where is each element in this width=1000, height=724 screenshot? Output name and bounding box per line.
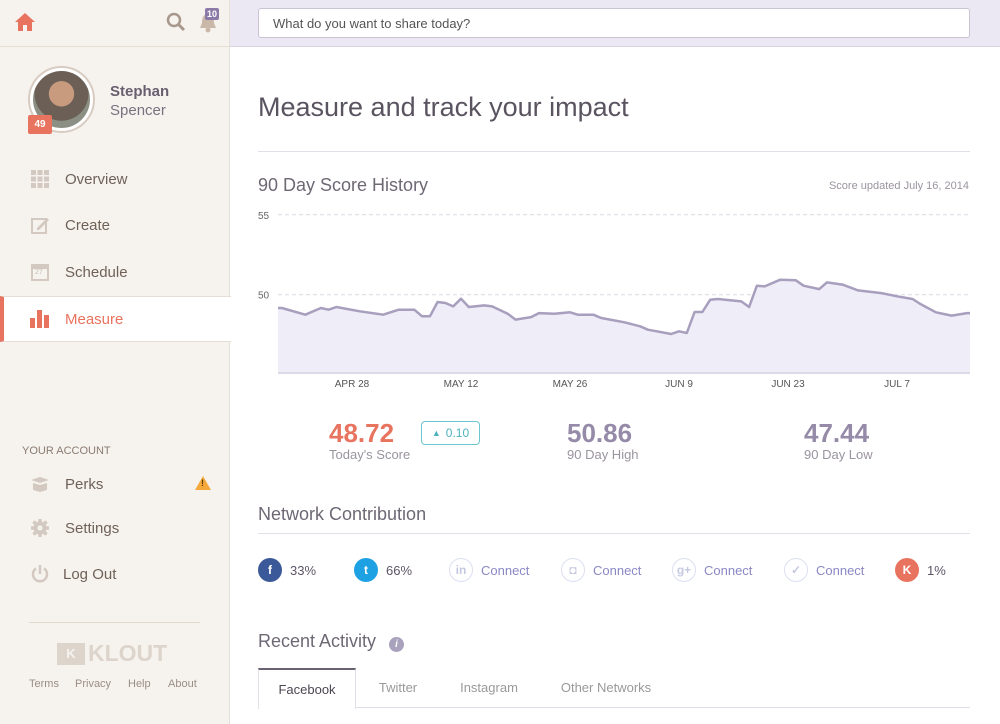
- sidebar-item-overview[interactable]: Overview: [0, 156, 230, 202]
- network-facebook: f 33%: [258, 558, 316, 582]
- sidebar-item-log-out[interactable]: Log Out: [0, 551, 230, 597]
- sidebar-item-label: Measure: [65, 310, 124, 328]
- sidebar-item-label: Settings: [65, 519, 120, 537]
- warning-icon: !: [195, 476, 211, 490]
- network-foursquare[interactable]: ✓ Connect: [784, 558, 864, 582]
- network-heading: Network Contribution: [258, 504, 427, 524]
- recent-activity-heading: Recent Activity: [258, 631, 377, 651]
- network-klout: K 1%: [895, 558, 946, 582]
- warning-mark: !: [201, 478, 204, 488]
- connect-link[interactable]: Connect: [816, 563, 864, 578]
- sidebar: 10 49 Stephan Spencer Overview Create 27…: [0, 0, 231, 724]
- network-twitter: t 66%: [354, 558, 412, 582]
- x-tick-label: JUN 23: [771, 379, 805, 390]
- network-percent: 66%: [386, 562, 413, 578]
- network-percent: 1%: [927, 562, 946, 578]
- low-score-value: 47.44: [804, 418, 870, 448]
- sidebar-item-schedule[interactable]: 27 Schedule: [0, 249, 230, 295]
- sidebar-item-create[interactable]: Create: [0, 202, 230, 248]
- share-input[interactable]: What do you want to share today?: [258, 8, 970, 38]
- score-updated: Score updated July 16, 2014: [828, 180, 969, 192]
- klout-icon: K: [895, 558, 919, 582]
- grid-icon: [30, 169, 50, 189]
- gear-icon: [30, 518, 50, 538]
- score-change: 0.10: [445, 426, 470, 440]
- connect-link[interactable]: Connect: [593, 563, 641, 578]
- x-tick-label: MAY 26: [553, 379, 588, 390]
- sidebar-item-measure[interactable]: Measure: [0, 296, 231, 342]
- profile-first-name: Stephan: [110, 83, 170, 100]
- sidebar-item-settings[interactable]: Settings: [0, 505, 230, 551]
- google-plus-icon: g+: [672, 558, 696, 582]
- network-instagram[interactable]: ◘ Connect: [561, 558, 641, 582]
- score-badge: 49: [28, 115, 52, 134]
- x-tick-label: JUN 9: [665, 379, 693, 390]
- info-icon[interactable]: i: [389, 637, 404, 652]
- home-icon[interactable]: [14, 12, 36, 32]
- x-tick-label: APR 28: [335, 379, 370, 390]
- network-linkedin[interactable]: in Connect: [449, 558, 529, 582]
- today-score-label: Today's Score: [329, 447, 411, 462]
- terms-link[interactable]: Terms: [29, 678, 59, 690]
- today-score-value: 48.72: [329, 418, 395, 448]
- page-title: Measure and track your impact: [258, 92, 629, 122]
- sidebar-item-perks[interactable]: Perks !: [0, 461, 230, 507]
- tab-twitter[interactable]: Twitter: [366, 668, 430, 708]
- high-score-label: 90 Day High: [567, 447, 639, 462]
- power-icon: [30, 564, 50, 584]
- score-history-chart: 50 55 APR 28 MAY 12 MAY 26 JUN 9 JUN 23 JUL 7: [258, 211, 970, 390]
- sidebar-item-label: Overview: [65, 170, 128, 188]
- about-link[interactable]: About: [168, 678, 197, 690]
- klout-logo-mark: K: [57, 642, 85, 665]
- high-score-value: 50.86: [567, 418, 633, 448]
- account-heading: YOUR ACCOUNT: [22, 445, 111, 457]
- x-tick-label: JUL 7: [884, 379, 910, 390]
- score-history-heading: 90 Day Score History: [258, 175, 429, 195]
- tab-facebook[interactable]: Facebook: [258, 668, 356, 709]
- instagram-icon: ◘: [561, 558, 585, 582]
- privacy-link[interactable]: Privacy: [75, 678, 111, 690]
- share-bar: What do you want to share today?: [230, 0, 1000, 47]
- connect-link[interactable]: Connect: [481, 563, 529, 578]
- klout-logo: K KLOUT: [57, 640, 167, 667]
- twitter-icon: t: [354, 558, 378, 582]
- bar-chart-icon: [30, 309, 50, 329]
- help-link[interactable]: Help: [128, 678, 151, 690]
- calendar-day: 27: [35, 269, 43, 276]
- profile-last-name: Spencer: [110, 102, 166, 119]
- low-score-label: 90 Day Low: [804, 447, 873, 462]
- calendar-icon: 27: [30, 262, 50, 282]
- klout-wordmark: KLOUT: [88, 640, 168, 666]
- sidebar-item-label: Perks: [65, 475, 104, 493]
- network-google-plus[interactable]: g+ Connect: [672, 558, 752, 582]
- facebook-icon: f: [258, 558, 282, 582]
- sidebar-item-label: Log Out: [63, 565, 117, 583]
- score-area: [278, 279, 970, 373]
- notification-count-badge[interactable]: 10: [205, 8, 220, 20]
- sidebar-item-label: Create: [65, 216, 111, 234]
- sidebar-divider: [29, 622, 200, 623]
- sidebar-item-label: Schedule: [65, 263, 128, 281]
- network-percent: 33%: [290, 562, 317, 578]
- foursquare-icon: ✓: [784, 558, 808, 582]
- linkedin-icon: in: [449, 558, 473, 582]
- pencil-icon: [30, 215, 50, 235]
- y-tick-label: 55: [258, 211, 270, 222]
- tab-instagram[interactable]: Instagram: [450, 668, 528, 708]
- gift-box-icon: [30, 474, 50, 494]
- x-tick-label: MAY 12: [444, 379, 479, 390]
- up-arrow-icon: ▲: [431, 428, 441, 438]
- sidebar-topbar: 10: [0, 0, 230, 47]
- divider: [258, 533, 970, 534]
- divider: [258, 151, 970, 152]
- score-change-badge: ▲ 0.10: [421, 421, 480, 445]
- connect-link[interactable]: Connect: [704, 563, 752, 578]
- tab-other-networks[interactable]: Other Networks: [548, 668, 664, 708]
- y-tick-label: 50: [258, 291, 270, 302]
- search-icon[interactable]: [166, 12, 186, 32]
